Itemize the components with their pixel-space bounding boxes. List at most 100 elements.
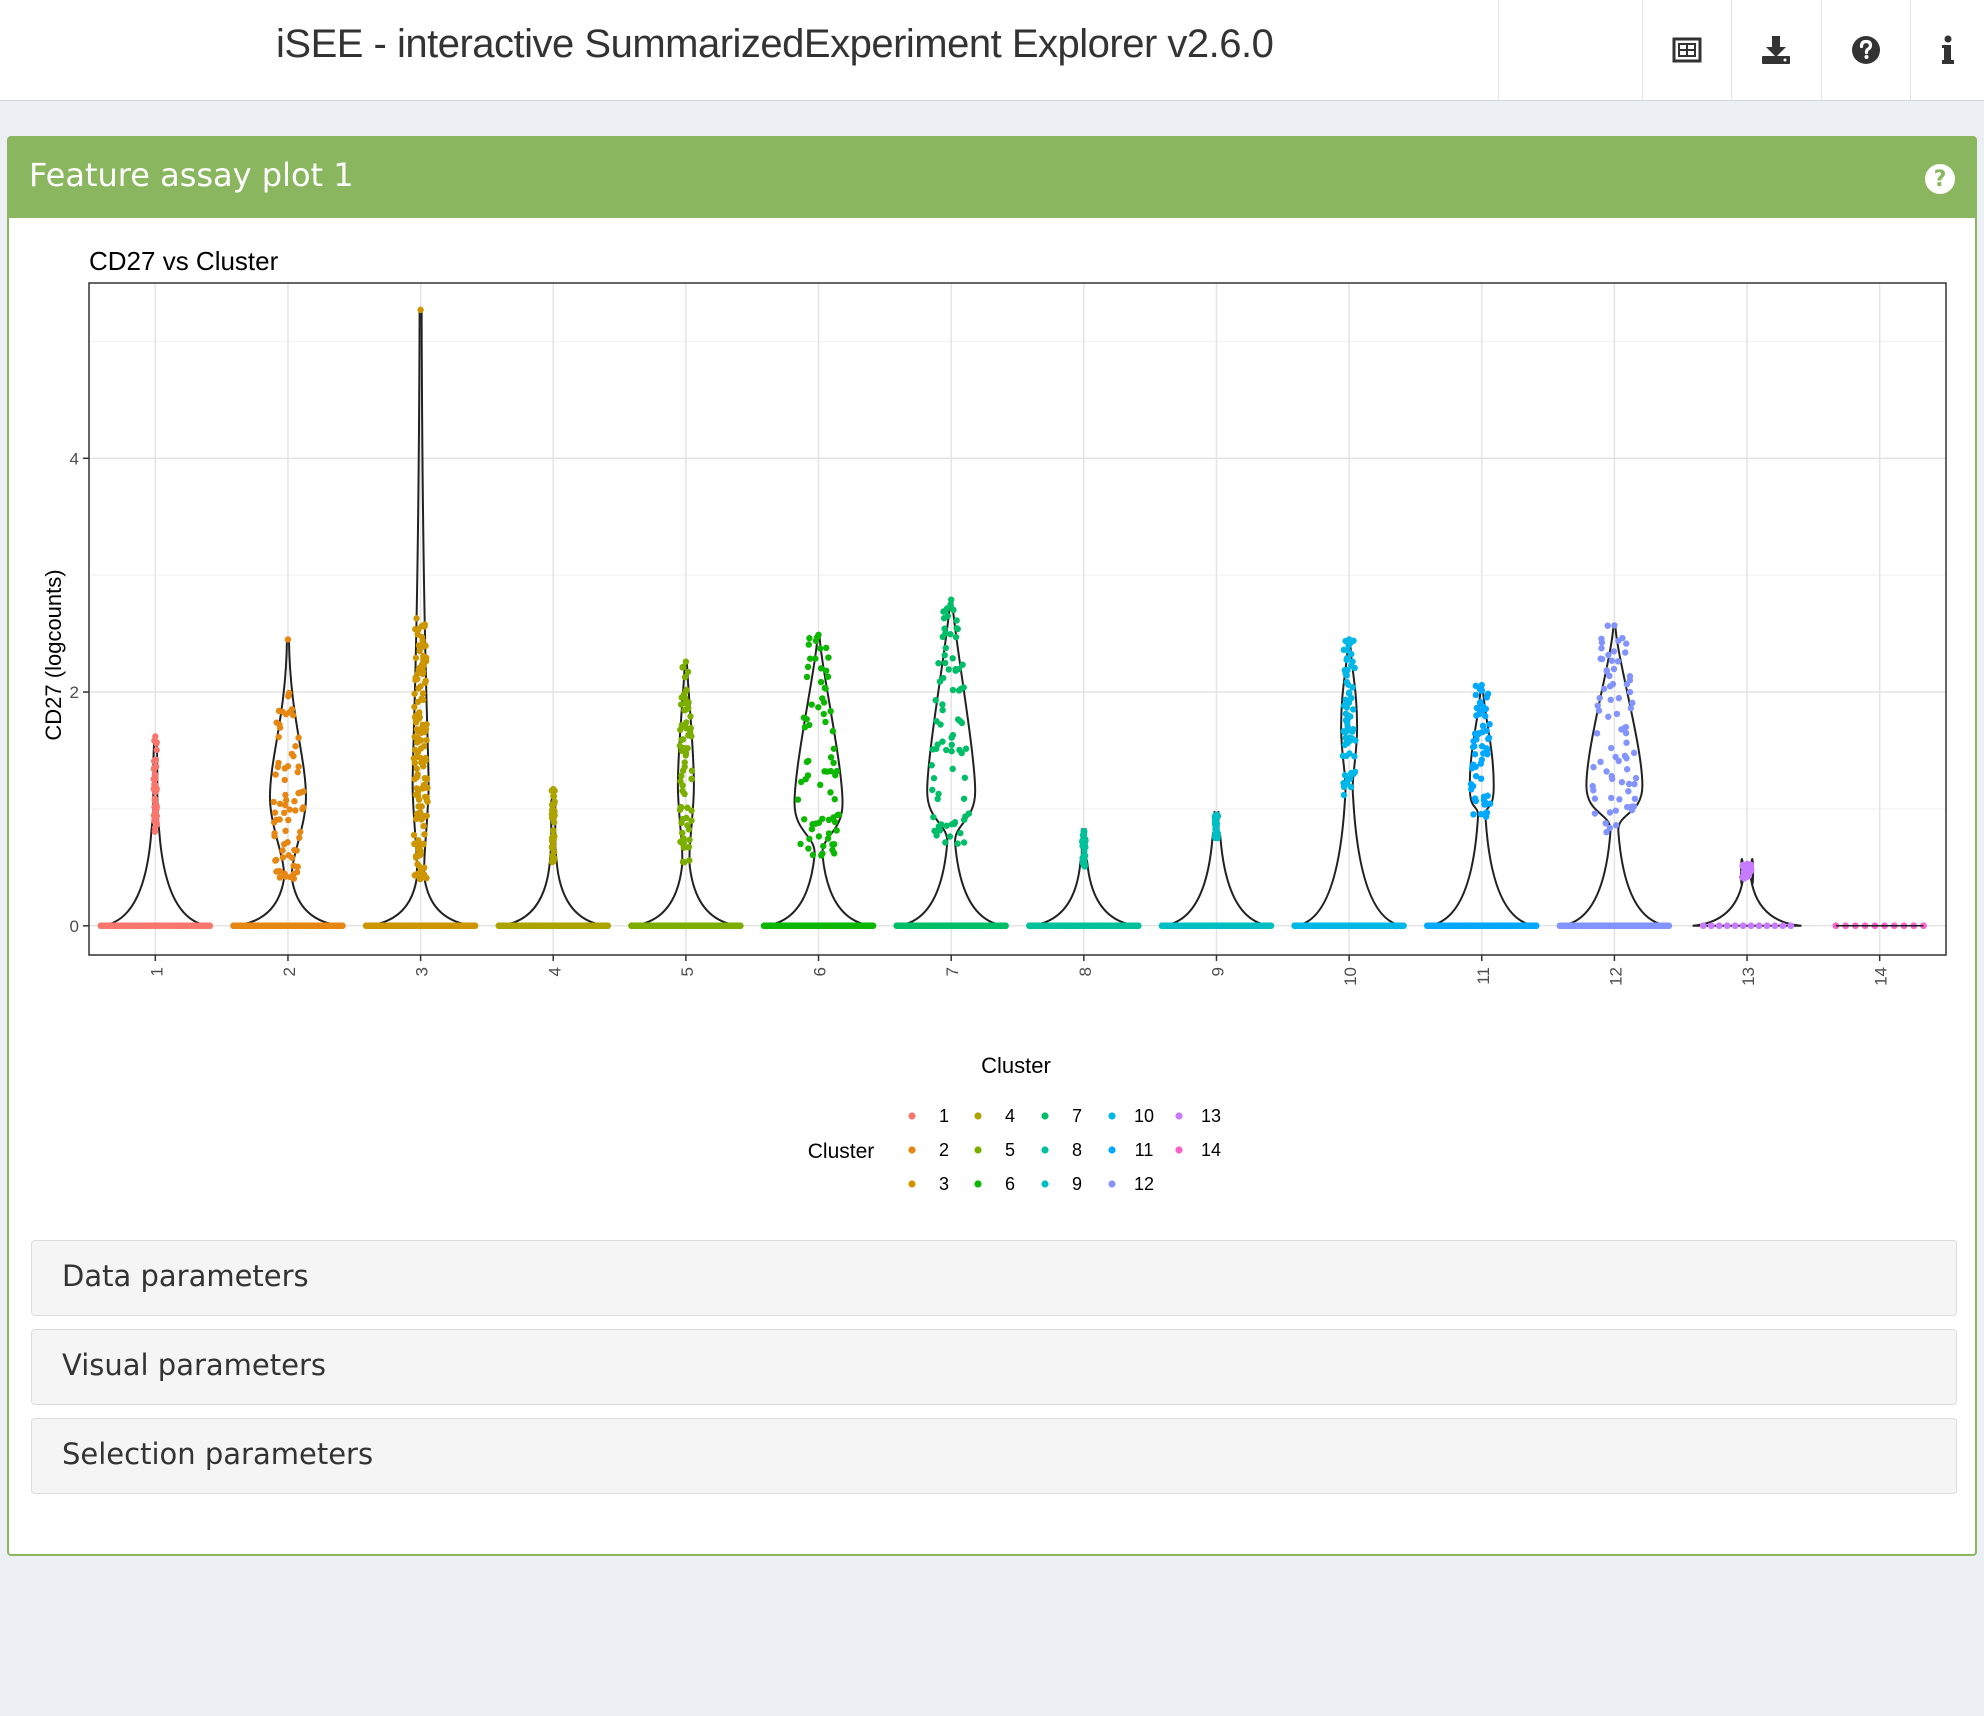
chart-title: CD27 vs Cluster (89, 246, 279, 276)
data-point (939, 633, 946, 641)
legend-key (974, 1180, 982, 1188)
data-point-zero (604, 922, 612, 930)
x-tick-label: 1 (147, 967, 166, 976)
help-button[interactable] (1822, 0, 1910, 100)
data-point (678, 736, 685, 744)
data-point (295, 763, 302, 770)
data-point (421, 728, 428, 736)
data-point (551, 854, 558, 862)
data-point (300, 804, 307, 811)
data-point (815, 704, 822, 711)
data-point (411, 703, 418, 711)
legend-key (908, 1180, 916, 1188)
data-point (276, 816, 283, 823)
data-point (282, 827, 289, 835)
data-point (1345, 689, 1353, 696)
data-point (1484, 735, 1492, 743)
data-point (825, 830, 833, 837)
data-point (291, 798, 298, 805)
data-point (152, 763, 160, 770)
data-point (816, 645, 824, 652)
data-point (550, 793, 558, 800)
data-point (1346, 775, 1354, 782)
data-point (822, 718, 829, 726)
data-point (1625, 788, 1632, 795)
navbar-divider (1498, 0, 1499, 100)
data-point (932, 697, 939, 704)
data-point-max (682, 658, 690, 665)
data-point (1471, 795, 1479, 802)
download-button[interactable] (1732, 0, 1820, 100)
data-point (937, 721, 944, 728)
data-point (275, 759, 282, 767)
data-point (280, 841, 288, 848)
data-point (803, 758, 811, 766)
data-point (943, 746, 950, 754)
data-point-zero (338, 922, 346, 930)
x-axis-title: Cluster (981, 1053, 1051, 1078)
data-point (945, 666, 952, 673)
data-point (1618, 778, 1626, 786)
data-point (1593, 730, 1601, 737)
data-point (413, 675, 421, 683)
data-point (411, 733, 418, 741)
selection-parameters-section[interactable]: Selection parameters (31, 1418, 1957, 1494)
code-export-button[interactable] (1643, 0, 1731, 100)
data-point-max (417, 306, 424, 314)
data-point (949, 655, 956, 662)
question-circle-icon (1852, 36, 1880, 64)
data-point (412, 626, 419, 633)
data-point (824, 673, 832, 680)
data-point (1486, 721, 1493, 728)
data-point (412, 815, 420, 823)
data-point (1477, 810, 1485, 818)
legend-label: 13 (1201, 1106, 1221, 1126)
data-point (1627, 705, 1635, 712)
data-point (677, 701, 685, 708)
data-point (153, 785, 160, 792)
legend-key (908, 1112, 916, 1120)
plot-background (89, 283, 1946, 955)
data-point (942, 644, 950, 652)
plot-area[interactable]: CD27 vs Cluster Cluster CD27 (logcounts)… (9, 218, 1975, 1238)
data-point (679, 858, 687, 866)
data-point (948, 820, 956, 828)
data-point (827, 754, 835, 761)
data-point (1349, 658, 1356, 665)
data-point (276, 868, 284, 875)
data-point (412, 654, 420, 662)
data-point (1605, 651, 1612, 659)
info-button[interactable] (1911, 0, 1984, 100)
legend-label: 11 (1135, 1140, 1154, 1160)
data-point (1484, 792, 1491, 799)
legend-key (1108, 1180, 1116, 1188)
app-title: iSEE - interactive SummarizedExperiment … (276, 22, 1274, 66)
legend-key (1175, 1146, 1183, 1154)
data-point-zero (1723, 922, 1731, 930)
data-point (1591, 795, 1599, 802)
data-point (1631, 795, 1639, 803)
data-point (292, 743, 299, 750)
data-point (928, 762, 935, 769)
data-point (1590, 763, 1597, 771)
data-point (1622, 729, 1630, 737)
data-point (679, 767, 687, 774)
visual-parameters-section[interactable]: Visual parameters (31, 1329, 1957, 1405)
data-point-max (550, 785, 557, 793)
data-point (804, 663, 812, 671)
data-point (806, 835, 813, 843)
data-parameters-section[interactable]: Data parameters (31, 1240, 1957, 1316)
data-point (288, 854, 296, 861)
data-point (820, 710, 827, 718)
data-point (827, 789, 834, 796)
data-point (939, 706, 946, 714)
x-tick-label: 10 (1341, 967, 1360, 986)
data-point (281, 776, 288, 784)
data-point (957, 829, 964, 837)
data-point (1615, 637, 1622, 644)
violin-plot[interactable]: CD27 vs Cluster Cluster CD27 (logcounts)… (9, 218, 1975, 1238)
selection-parameters-label: Selection parameters (62, 1437, 374, 1471)
panel-help-button[interactable]: ? (1925, 164, 1955, 194)
data-point (943, 822, 950, 829)
data-point (809, 851, 817, 859)
